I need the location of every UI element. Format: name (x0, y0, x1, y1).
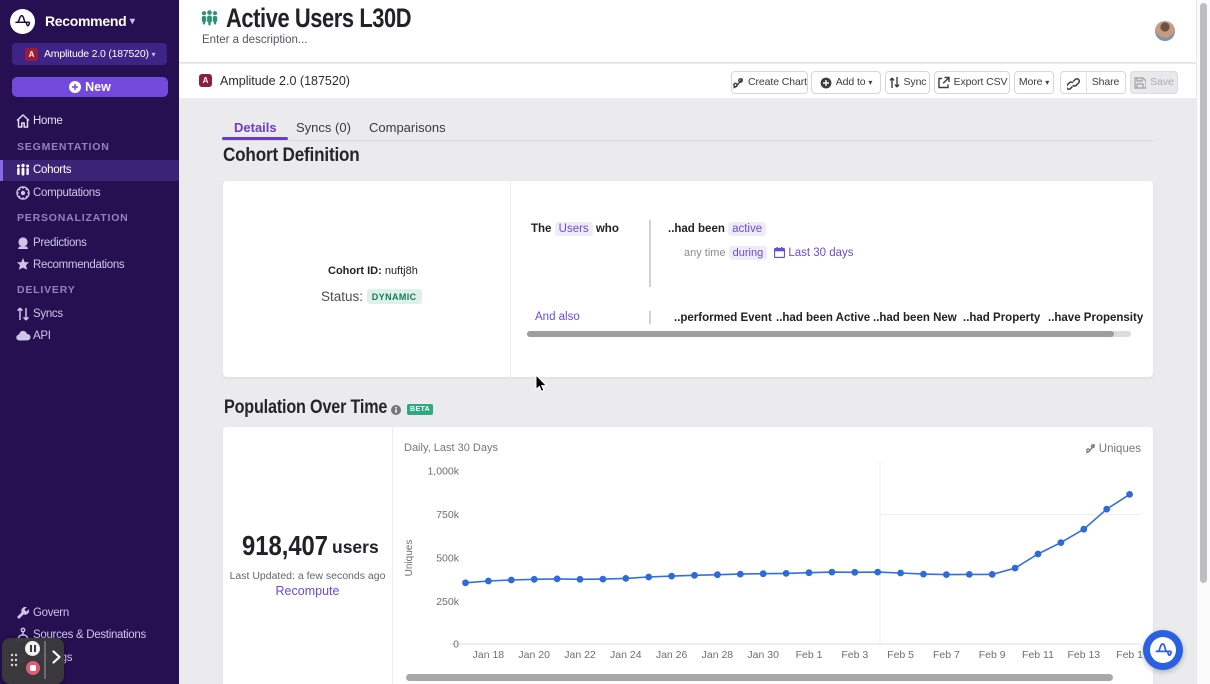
svg-text:0: 0 (453, 639, 459, 651)
svg-text:250k: 250k (436, 596, 460, 608)
svg-text:500k: 500k (436, 553, 460, 565)
svg-text:750k: 750k (436, 509, 460, 521)
svg-text:Jan 20: Jan 20 (518, 649, 550, 661)
svg-text:Feb 1: Feb 1 (1116, 649, 1143, 661)
svg-text:Feb 1: Feb 1 (796, 649, 823, 661)
svg-text:Jan 22: Jan 22 (564, 649, 596, 661)
svg-text:Jan 28: Jan 28 (702, 649, 734, 661)
svg-text:Jan 26: Jan 26 (656, 649, 688, 661)
svg-text:Jan 24: Jan 24 (610, 649, 642, 661)
svg-text:Feb 7: Feb 7 (933, 649, 960, 661)
svg-text:Jan 30: Jan 30 (747, 649, 779, 661)
svg-text:Feb 3: Feb 3 (841, 649, 868, 661)
svg-text:1,000k: 1,000k (427, 466, 459, 478)
svg-text:Feb 13: Feb 13 (1067, 649, 1100, 661)
svg-text:Jan 18: Jan 18 (473, 649, 505, 661)
svg-text:Feb 9: Feb 9 (979, 649, 1006, 661)
svg-text:Feb 11: Feb 11 (1022, 649, 1054, 661)
svg-text:Uniques: Uniques (404, 540, 415, 577)
svg-text:Feb 5: Feb 5 (887, 649, 914, 661)
